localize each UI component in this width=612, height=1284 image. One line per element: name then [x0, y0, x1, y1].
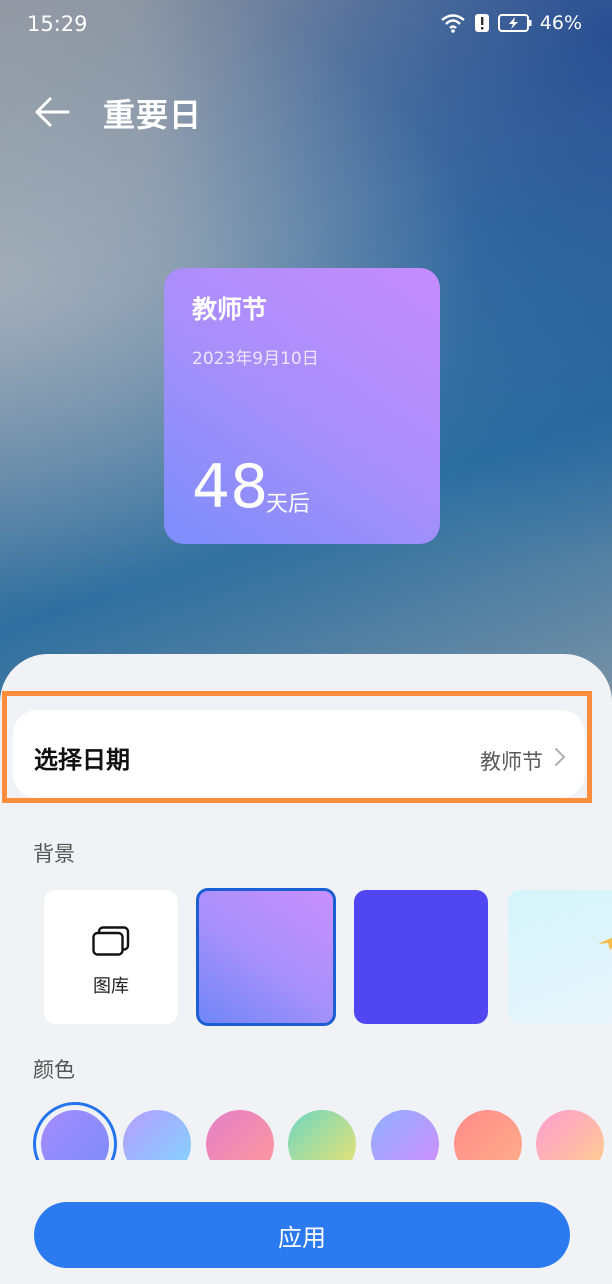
- battery-icon: [497, 14, 532, 32]
- gallery-tile[interactable]: 图库: [44, 890, 178, 1024]
- gallery-label: 图库: [93, 976, 129, 997]
- battery-percent: 46%: [539, 12, 582, 34]
- widget-event-date: 2023年9月10日: [192, 349, 319, 369]
- back-arrow-icon[interactable]: [32, 92, 72, 132]
- selected-date-value: 教师节: [480, 750, 543, 774]
- background-section-title: 背景: [33, 842, 75, 866]
- alert-icon: [474, 14, 489, 32]
- wifi-icon: [441, 14, 465, 33]
- gallery-icon: [92, 926, 130, 956]
- status-bar: 15:29 46%: [0, 0, 612, 52]
- apply-button[interactable]: 应用: [34, 1202, 570, 1268]
- background-tile-indigo[interactable]: [354, 890, 488, 1024]
- paper-plane-icon: [598, 937, 612, 950]
- select-date-label: 选择日期: [34, 746, 130, 774]
- widget-preview: 教师节 2023年9月10日 48 天后: [164, 268, 440, 544]
- header: 重要日: [0, 82, 612, 142]
- background-tile-sky[interactable]: [508, 890, 612, 1024]
- swatch-row-clip: [0, 1160, 612, 1200]
- status-time: 15:29: [27, 12, 88, 36]
- chevron-right-icon: [555, 748, 566, 766]
- widget-day-count: 48: [192, 452, 269, 522]
- status-icons: 46%: [440, 12, 582, 34]
- color-section-title: 颜色: [33, 1058, 75, 1082]
- select-date-row[interactable]: 选择日期 教师节: [13, 710, 585, 798]
- page-title: 重要日: [103, 96, 203, 134]
- widget-event-name: 教师节: [192, 295, 268, 324]
- background-tile-gradient[interactable]: [196, 888, 336, 1026]
- widget-day-suffix: 天后: [266, 492, 311, 517]
